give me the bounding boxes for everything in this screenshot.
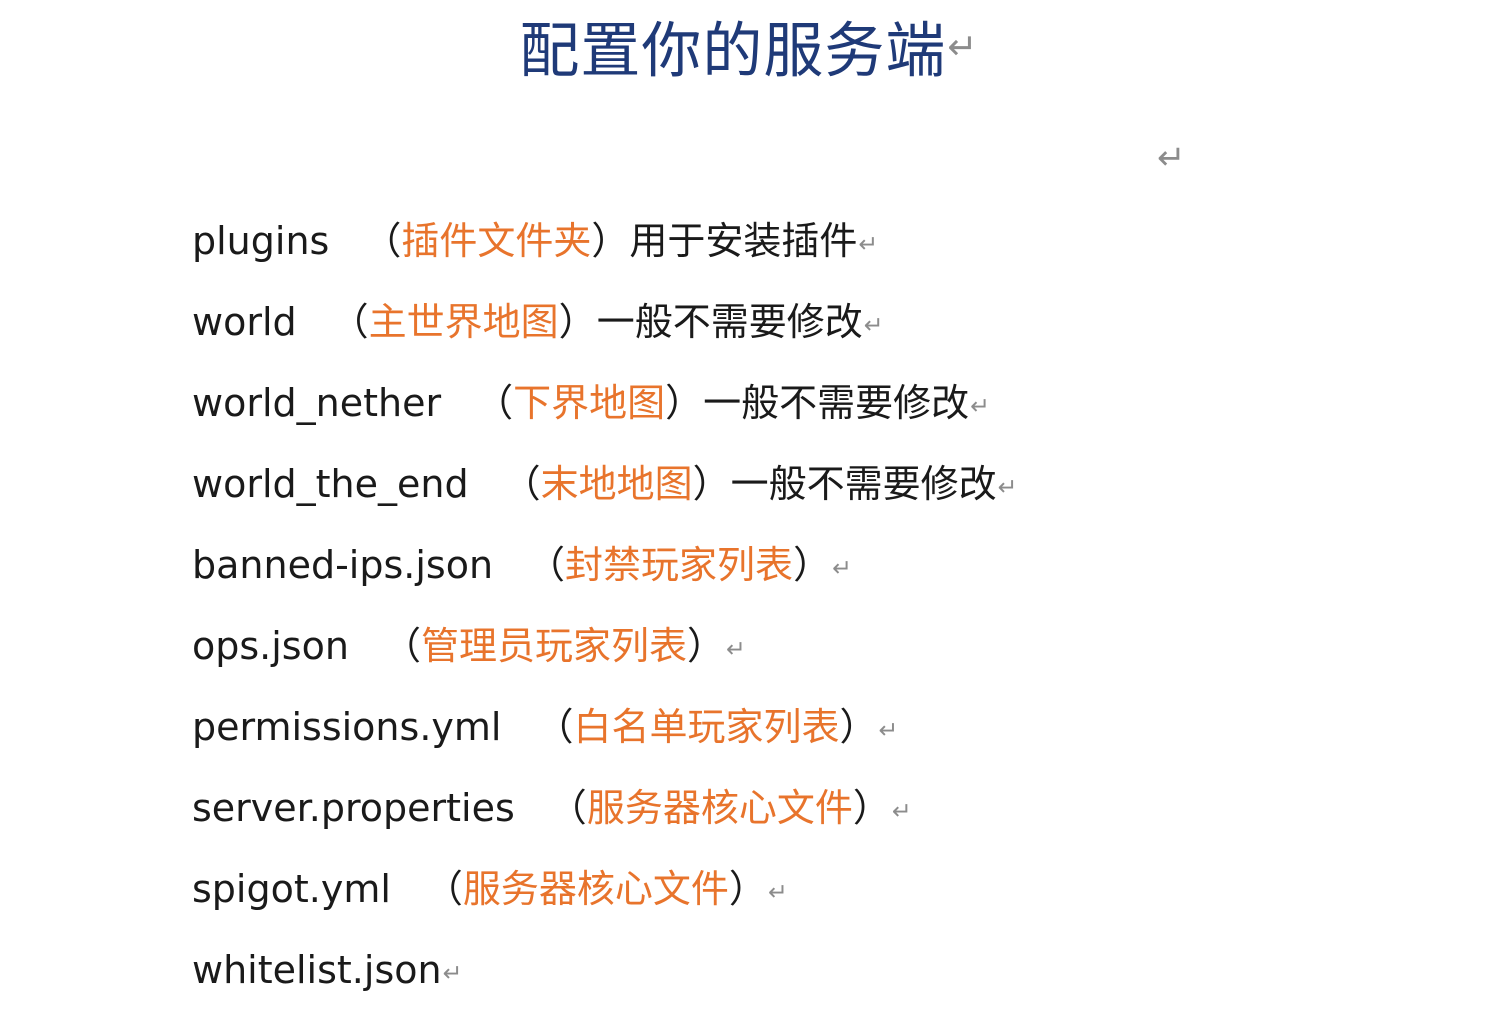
paragraph-mark-icon: ↵	[891, 796, 912, 825]
paragraph-mark-icon: ↵	[863, 310, 884, 339]
file-description: 插件文件夹	[401, 219, 592, 263]
file-description: 下界地图	[513, 381, 666, 425]
list-item: world_the_end （末地地图）一般不需要修改↵	[192, 455, 1017, 536]
paragraph-mark-icon: ↵	[832, 553, 852, 582]
list-item: plugins （插件文件夹）用于安装插件↵	[192, 212, 1017, 293]
open-paren: （	[535, 705, 574, 749]
paragraph-mark-icon: ↵	[858, 229, 879, 258]
open-paren: （	[424, 867, 463, 911]
close-paren: ）	[852, 786, 891, 830]
file-name: world	[192, 300, 297, 344]
file-name: whitelist.json	[192, 948, 442, 992]
paragraph-mark-icon: ↵	[970, 391, 990, 420]
file-name: plugins	[192, 219, 330, 263]
list-item: banned-ips.json （封禁玩家列表）↵	[192, 536, 1017, 617]
list-item: world （主世界地图）一般不需要修改↵	[192, 293, 1017, 374]
file-name: permissions.yml	[192, 705, 502, 749]
open-paren: （	[363, 219, 402, 263]
list-item: whitelist.json↵	[192, 941, 1017, 1022]
file-name: spigot.yml	[192, 867, 391, 911]
file-name: ops.json	[192, 624, 349, 668]
open-paren: （	[330, 300, 369, 344]
document-title: 配置你的服务端↵	[0, 8, 1498, 92]
paragraph-mark-icon: ↵	[878, 715, 899, 744]
close-paren: ）	[692, 462, 731, 506]
close-paren: ）	[728, 867, 767, 911]
list-item: ops.json （管理员玩家列表）↵	[192, 617, 1017, 698]
open-paren: （	[382, 624, 421, 668]
open-paren: （	[548, 786, 587, 830]
file-note: 一般不需要修改	[703, 381, 970, 425]
paragraph-mark-icon: ↵	[947, 27, 979, 68]
file-description: 末地地图	[540, 462, 693, 506]
file-note: 用于安装插件	[629, 219, 858, 263]
close-paren: ）	[839, 705, 878, 749]
paragraph-mark-icon: ↵	[997, 472, 1018, 501]
file-note: 一般不需要修改	[730, 462, 997, 506]
file-description: 服务器核心文件	[586, 786, 853, 830]
file-name: banned-ips.json	[192, 543, 494, 587]
close-paren: ）	[591, 219, 630, 263]
file-list: plugins （插件文件夹）用于安装插件↵ world （主世界地图）一般不需要修…	[192, 212, 1017, 1022]
list-item: server.properties （服务器核心文件）↵	[192, 779, 1017, 860]
file-description: 主世界地图	[368, 300, 559, 344]
open-paren: （	[502, 462, 541, 506]
file-description: 管理员玩家列表	[420, 624, 687, 668]
file-note: 一般不需要修改	[596, 300, 863, 344]
file-name: server.properties	[192, 786, 515, 830]
empty-paragraph-mark-icon: ↵	[1157, 138, 1186, 178]
open-paren: （	[475, 381, 514, 425]
file-name: world_nether	[192, 381, 442, 425]
paragraph-mark-icon: ↵	[442, 958, 463, 987]
open-paren: （	[527, 543, 566, 587]
paragraph-mark-icon: ↵	[767, 877, 788, 906]
close-paren: ）	[686, 624, 725, 668]
close-paren: ）	[558, 300, 597, 344]
close-paren: ）	[665, 381, 704, 425]
file-name: world_the_end	[192, 462, 469, 506]
file-description: 服务器核心文件	[462, 867, 729, 911]
file-description: 白名单玩家列表	[573, 705, 840, 749]
paragraph-mark-icon: ↵	[725, 634, 746, 663]
list-item: spigot.yml （服务器核心文件）↵	[192, 860, 1017, 941]
list-item: permissions.yml （白名单玩家列表）↵	[192, 698, 1017, 779]
file-description: 封禁玩家列表	[565, 543, 794, 587]
close-paren: ）	[793, 543, 832, 587]
list-item: world_nether （下界地图）一般不需要修改↵	[192, 374, 1017, 455]
document-title-text: 配置你的服务端	[519, 16, 947, 87]
